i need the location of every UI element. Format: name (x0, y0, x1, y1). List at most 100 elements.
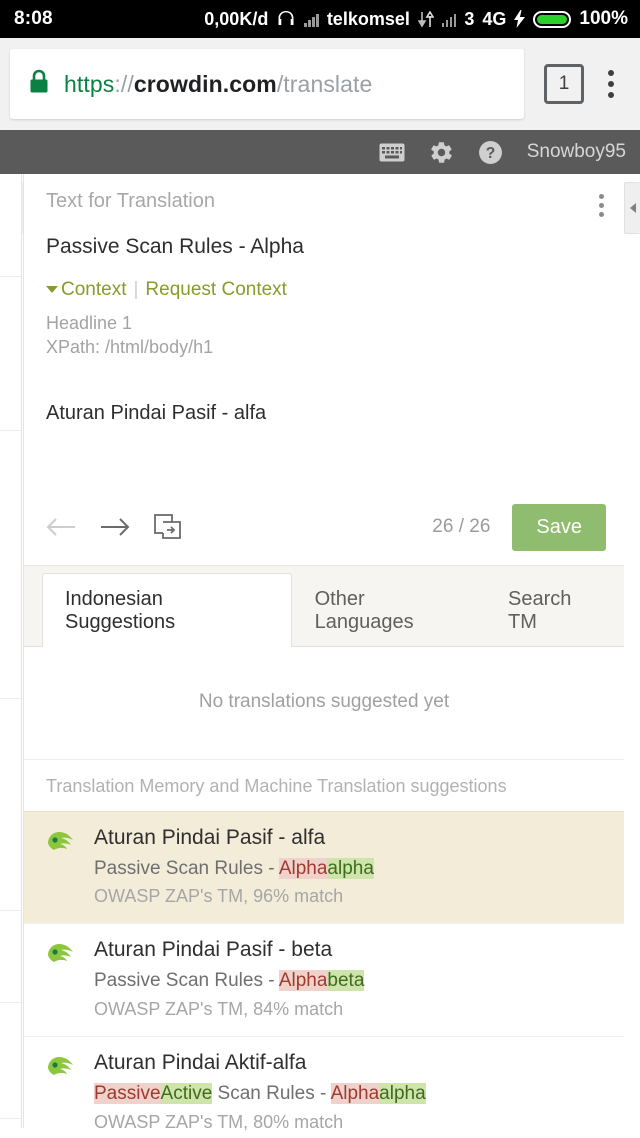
source-header: Text for Translation (24, 174, 624, 217)
tab-other-languages[interactable]: Other Languages (292, 573, 485, 647)
tab-switcher-button[interactable]: 1 (544, 64, 584, 104)
strings-list-divider (0, 430, 21, 431)
tab-indonesian-suggestions[interactable]: Indonesian Suggestions (42, 572, 292, 647)
diff-plain: Passive Scan Rules - (94, 970, 279, 992)
suggestion-source-diff: Passive Scan Rules - Alphabeta (94, 969, 604, 993)
suggestion-source-diff: PassiveActive Scan Rules - Alphaalpha (94, 1082, 604, 1106)
suggestion-tabs: Indonesian Suggestions Other Languages Sea… (24, 564, 624, 647)
carrier-name: telkomsel (326, 8, 410, 29)
arrow-left-icon[interactable] (46, 516, 100, 538)
url-separator: :// (114, 70, 134, 97)
data-rate-text: 0,00K/d (204, 8, 269, 29)
tab-search-tm[interactable]: Search TM (485, 573, 624, 647)
suggestion-body: Aturan Pindai Pasif - alfa Passive Scan R… (94, 826, 604, 908)
suggestion-meta: OWASP ZAP's TM, 84% match (94, 999, 344, 1020)
gear-icon[interactable] (429, 140, 454, 165)
suggestion-row[interactable]: Aturan Pindai Pasif - beta Passive Scan R… (24, 923, 624, 1037)
help-icon[interactable]: ? (478, 140, 503, 165)
strings-list-divider (0, 698, 21, 699)
strings-list-fragment[interactable]: terakhir. (0, 866, 21, 886)
caret-down-icon (46, 286, 58, 293)
empty-suggestions-message: No translations suggested yet (24, 645, 624, 759)
sim-number: 3 (464, 8, 475, 29)
strings-list-divider (0, 1118, 21, 1119)
copy-source-icon[interactable] (154, 514, 208, 540)
context-links: Context | Request Context (24, 259, 624, 301)
context-meta: Headline 1 XPath: /html/body/h1 (24, 301, 624, 360)
diff-inserted: alpha (327, 857, 374, 879)
string-counter: 26 / 26 (432, 516, 491, 538)
suggestion-meta: OWASP ZAP's TM, 80% match (94, 1111, 344, 1132)
source-label: Text for Translation (46, 190, 215, 212)
strings-list-fragment[interactable]: keamanan (0, 654, 21, 674)
strings-list-fragment[interactable]: bermasalan (0, 232, 21, 252)
status-time: 8:08 (14, 8, 53, 29)
context-meta-line-1: Headline 1 (46, 313, 133, 333)
strings-list-strip[interactable]: bermasalan ditemukan keamanan terakhir. kemb… (0, 174, 22, 1128)
address-bar[interactable]: https://crowdin.com/translate (10, 49, 524, 119)
diff-inserted: Active (160, 1083, 213, 1105)
context-link[interactable]: Context (61, 279, 126, 300)
strings-list-fragment[interactable]: kembali (0, 958, 21, 978)
url-scheme: https (64, 70, 115, 97)
request-context-link[interactable]: Request Context (145, 279, 287, 300)
keyboard-icon[interactable] (379, 143, 405, 162)
translation-input[interactable]: Aturan Pindai Pasif - alfa (24, 382, 624, 490)
strings-list-divider (0, 1002, 21, 1003)
suggestion-body: Aturan Pindai Pasif - beta Passive Scan R… (94, 938, 604, 1020)
url-text: https://crowdin.com/translate (64, 71, 372, 98)
battery-icon (533, 10, 572, 28)
arrow-right-icon[interactable] (100, 516, 154, 538)
chevron-left-icon-2 (629, 203, 636, 213)
diff-deleted: Alpha (330, 1083, 380, 1105)
diff-inserted: alpha (379, 1083, 426, 1105)
strings-list-divider (0, 910, 21, 911)
editor-workspace: bermasalan ditemukan keamanan terakhir. kemb… (0, 174, 640, 1138)
diff-deleted: Alpha (278, 970, 328, 992)
context-meta-line-2: XPath: /html/body/h1 (46, 337, 214, 358)
url-path: /translate (276, 70, 373, 97)
diff-plain: Passive Scan Rules - (94, 857, 279, 879)
diff-inserted: beta (327, 970, 365, 992)
suggestion-meta: OWASP ZAP's TM, 96% match (94, 886, 344, 907)
android-status-bar: 8:08 0,00K/d telkomsel 3 4G 100% (0, 0, 640, 38)
lock-icon (28, 69, 50, 100)
save-button[interactable]: Save (512, 503, 606, 551)
headset-icon (276, 10, 296, 28)
suggestion-title: Aturan Pindai Aktif-alfa (94, 1051, 307, 1075)
suggestion-title: Aturan Pindai Pasif - beta (94, 938, 333, 962)
network-type: 4G (482, 8, 507, 29)
diff-deleted: Passive (94, 1083, 161, 1105)
tab-count-label: 1 (558, 73, 570, 94)
source-menu-icon[interactable] (599, 190, 604, 217)
charging-bolt-icon (514, 10, 526, 28)
crowdin-toolbar: ? Snowboy95 (0, 130, 640, 174)
svg-text:?: ? (485, 145, 495, 162)
diff-deleted: Alpha (278, 857, 328, 879)
source-text: Passive Scan Rules - Alpha (46, 235, 304, 258)
browser-menu-icon[interactable] (598, 70, 624, 98)
translation-actions: 26 / 26 Save (24, 490, 624, 565)
suggestion-row[interactable]: Aturan Pindai Pasif - alfa Passive Scan R… (24, 810, 624, 924)
owasp-zap-icon (46, 1051, 80, 1133)
tm-section-header: Translation Memory and Machine Translati… (24, 758, 624, 811)
strings-list-fragment[interactable]: dokument (0, 1074, 21, 1094)
strings-list-fragment[interactable]: ditemukan (0, 386, 21, 406)
suggestion-body: Aturan Pindai Aktif-alfa PassiveActive Sc… (94, 1051, 604, 1133)
strings-list-divider (0, 276, 21, 277)
owasp-zap-icon (46, 938, 80, 1020)
suggestion-title: Aturan Pindai Pasif - alfa (94, 825, 326, 849)
suggestion-row[interactable]: Aturan Pindai Aktif-alfa PassiveActive Sc… (24, 1036, 624, 1138)
suggestions-list: Aturan Pindai Pasif - alfa Passive Scan R… (24, 810, 624, 1138)
browser-toolbar: https://crowdin.com/translate 1 (0, 38, 640, 130)
collapse-right-panel-handle[interactable] (624, 182, 640, 234)
context-divider: | (133, 279, 139, 300)
data-transfer-icon (417, 10, 434, 28)
url-host: crowdin.com (133, 70, 277, 97)
translation-editor: Text for Translation Passive Scan Rules … (23, 174, 624, 1138)
username-label[interactable]: Snowboy95 (527, 141, 626, 163)
battery-percent: 100% (579, 8, 628, 29)
signal-bars-icon (304, 12, 319, 27)
owasp-zap-icon (46, 826, 80, 908)
diff-plain: Scan Rules - (212, 1083, 331, 1105)
